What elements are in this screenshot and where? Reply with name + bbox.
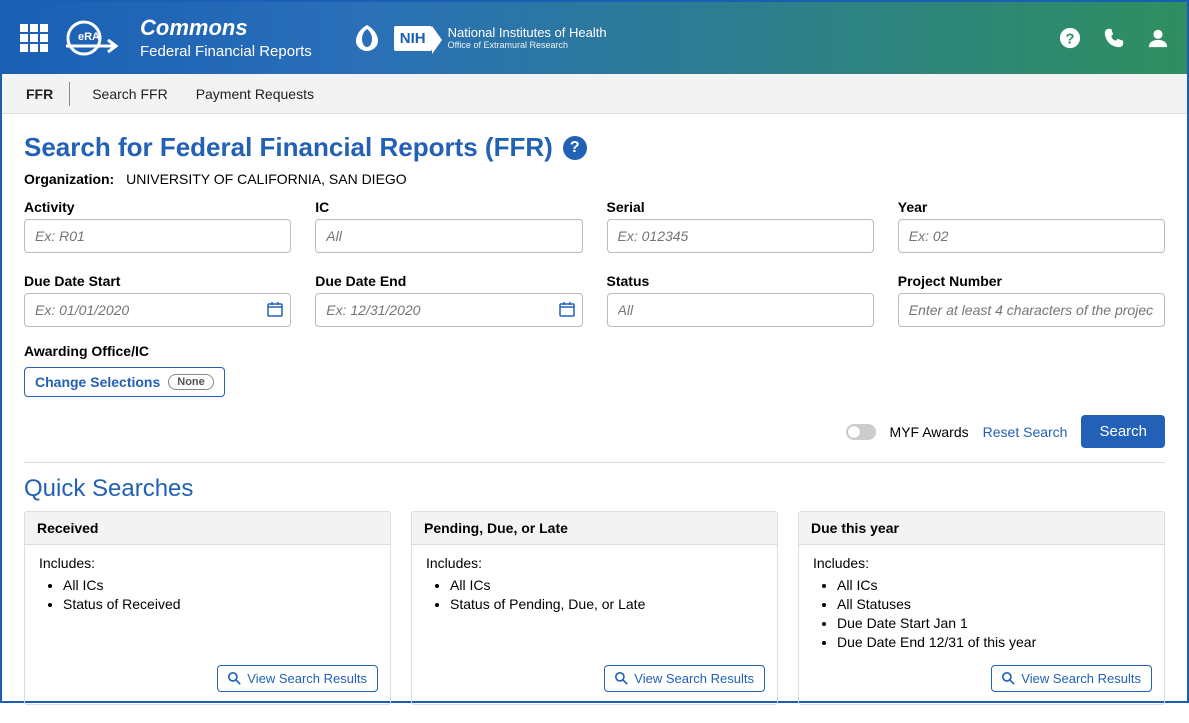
list-item: All ICs bbox=[450, 577, 763, 593]
field-year: Year bbox=[898, 199, 1165, 253]
view-button-label: View Search Results bbox=[247, 671, 367, 686]
header-titles: Commons Federal Financial Reports bbox=[140, 17, 312, 60]
quick-card-received: Received Includes: All ICs Status of Rec… bbox=[24, 511, 391, 705]
view-button-label: View Search Results bbox=[1021, 671, 1141, 686]
content-area: Search for Federal Financial Reports (FF… bbox=[2, 114, 1187, 723]
search-icon bbox=[228, 672, 241, 685]
nav-ffr[interactable]: FFR bbox=[16, 82, 70, 106]
awarding-row: Awarding Office/IC Change Selections Non… bbox=[24, 343, 1165, 397]
myf-toggle[interactable] bbox=[846, 424, 876, 440]
page-help-icon[interactable]: ? bbox=[563, 136, 587, 160]
input-due-start[interactable] bbox=[24, 293, 291, 327]
svg-text:?: ? bbox=[1066, 32, 1075, 48]
label-year: Year bbox=[898, 199, 1165, 215]
input-status[interactable] bbox=[607, 293, 874, 327]
view-search-results-button[interactable]: View Search Results bbox=[217, 665, 378, 692]
label-serial: Serial bbox=[607, 199, 874, 215]
search-icon bbox=[615, 672, 628, 685]
awarding-pill: None bbox=[168, 374, 214, 390]
search-button[interactable]: Search bbox=[1081, 415, 1165, 448]
era-logo-icon: eRA bbox=[64, 18, 120, 58]
nav-bar: FFR Search FFR Payment Requests bbox=[2, 74, 1187, 114]
user-icon[interactable] bbox=[1147, 27, 1169, 49]
label-project-number: Project Number bbox=[898, 273, 1165, 289]
label-due-end: Due Date End bbox=[315, 273, 582, 289]
organization-value: UNIVERSITY OF CALIFORNIA, SAN DIEGO bbox=[126, 171, 407, 187]
organization-label: Organization: bbox=[24, 171, 114, 187]
card-header: Received bbox=[25, 512, 390, 545]
field-serial: Serial bbox=[607, 199, 874, 253]
label-awarding: Awarding Office/IC bbox=[24, 343, 149, 359]
list-item: Due Date End 12/31 of this year bbox=[837, 634, 1150, 650]
change-selections-button[interactable]: Change Selections None bbox=[24, 367, 225, 397]
list-item: All ICs bbox=[63, 577, 376, 593]
nih-text-line2: Office of Extramural Research bbox=[448, 40, 607, 50]
label-due-start: Due Date Start bbox=[24, 273, 291, 289]
quick-cards-row: Received Includes: All ICs Status of Rec… bbox=[24, 511, 1165, 705]
header-subtitle: Federal Financial Reports bbox=[140, 43, 312, 60]
card-header: Pending, Due, or Late bbox=[412, 512, 777, 545]
change-selections-label: Change Selections bbox=[35, 374, 160, 390]
hhs-icon bbox=[352, 23, 382, 53]
quick-card-pending: Pending, Due, or Late Includes: All ICs … bbox=[411, 511, 778, 705]
help-icon[interactable]: ? bbox=[1059, 27, 1081, 49]
input-ic[interactable] bbox=[315, 219, 582, 253]
includes-label: Includes: bbox=[426, 555, 763, 571]
label-status: Status bbox=[607, 273, 874, 289]
label-activity: Activity bbox=[24, 199, 291, 215]
top-header: eRA Commons Federal Financial Reports NI… bbox=[2, 2, 1187, 74]
header-icons: ? bbox=[1059, 27, 1169, 49]
list-item: Status of Received bbox=[63, 596, 376, 612]
field-due-end: Due Date End bbox=[315, 273, 582, 327]
calendar-icon[interactable] bbox=[559, 301, 575, 317]
input-serial[interactable] bbox=[607, 219, 874, 253]
field-project-number: Project Number bbox=[898, 273, 1165, 327]
list-item: Status of Pending, Due, or Late bbox=[450, 596, 763, 612]
input-project-number[interactable] bbox=[898, 293, 1165, 327]
nih-text-line1: National Institutes of Health bbox=[448, 26, 607, 40]
card-header: Due this year bbox=[799, 512, 1164, 545]
nih-box: NIH bbox=[394, 26, 432, 51]
list-item: All ICs bbox=[837, 577, 1150, 593]
header-title: Commons bbox=[140, 17, 312, 39]
nav-payment-requests[interactable]: Payment Requests bbox=[186, 82, 324, 106]
reset-search-link[interactable]: Reset Search bbox=[983, 424, 1068, 440]
search-form: Activity IC Serial Year Due Date Start D… bbox=[24, 199, 1165, 327]
actions-row: MYF Awards Reset Search Search bbox=[24, 415, 1165, 463]
view-search-results-button[interactable]: View Search Results bbox=[604, 665, 765, 692]
myf-label: MYF Awards bbox=[890, 424, 969, 440]
list-item: All Statuses bbox=[837, 596, 1150, 612]
list-item: Due Date Start Jan 1 bbox=[837, 615, 1150, 631]
quick-card-due-this-year: Due this year Includes: All ICs All Stat… bbox=[798, 511, 1165, 705]
page-title-row: Search for Federal Financial Reports (FF… bbox=[24, 132, 1165, 163]
field-status: Status bbox=[607, 273, 874, 327]
field-ic: IC bbox=[315, 199, 582, 253]
apps-grid-icon[interactable] bbox=[20, 24, 48, 52]
svg-text:eRA: eRA bbox=[78, 31, 100, 43]
calendar-icon[interactable] bbox=[267, 301, 283, 317]
field-activity: Activity bbox=[24, 199, 291, 253]
nih-badge: NIH National Institutes of Health Office… bbox=[394, 26, 607, 51]
era-logo[interactable]: eRA bbox=[64, 18, 120, 58]
label-ic: IC bbox=[315, 199, 582, 215]
input-activity[interactable] bbox=[24, 219, 291, 253]
field-due-start: Due Date Start bbox=[24, 273, 291, 327]
organization-row: Organization: UNIVERSITY OF CALIFORNIA, … bbox=[24, 171, 1165, 187]
nav-search-ffr[interactable]: Search FFR bbox=[82, 82, 177, 106]
quick-searches-title: Quick Searches bbox=[24, 475, 1165, 503]
phone-icon[interactable] bbox=[1103, 27, 1125, 49]
hhs-nih-logos: NIH National Institutes of Health Office… bbox=[352, 23, 607, 53]
search-icon bbox=[1002, 672, 1015, 685]
includes-label: Includes: bbox=[39, 555, 376, 571]
includes-label: Includes: bbox=[813, 555, 1150, 571]
view-button-label: View Search Results bbox=[634, 671, 754, 686]
input-due-end[interactable] bbox=[315, 293, 582, 327]
input-year[interactable] bbox=[898, 219, 1165, 253]
view-search-results-button[interactable]: View Search Results bbox=[991, 665, 1152, 692]
page-title: Search for Federal Financial Reports (FF… bbox=[24, 132, 553, 163]
